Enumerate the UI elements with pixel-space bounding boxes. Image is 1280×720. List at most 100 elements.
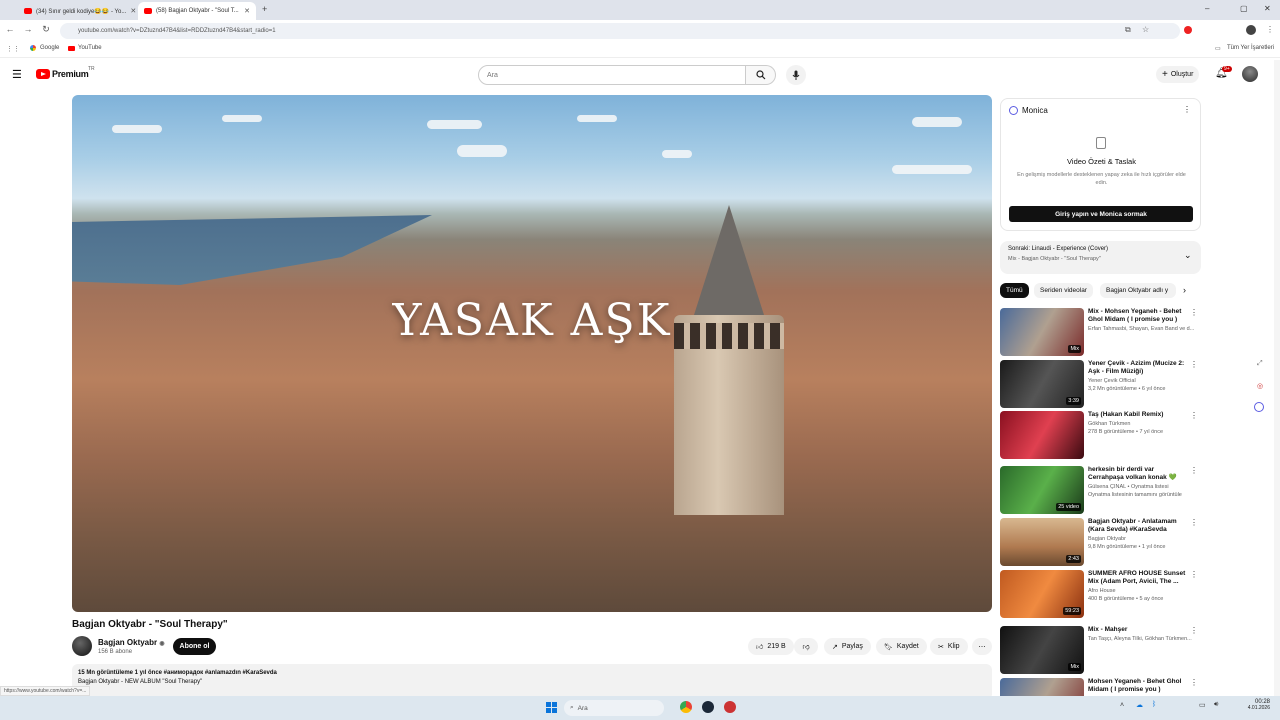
browser-tab-2[interactable]: (58) Bagjan Oktyabr - "Soul T... ✕ (138, 2, 256, 20)
up-next-bar[interactable]: Sonraki: Linaudi - Experience (Cover) Mi… (1000, 241, 1201, 274)
menu-dots-icon[interactable]: ⋮ (1190, 518, 1198, 527)
tray-chevron-up-icon[interactable]: ˄ (1120, 702, 1124, 709)
logo-text[interactable]: Premium (52, 69, 89, 79)
video-overlay-title: YASAK AŞK (392, 295, 672, 346)
browser-tab-1[interactable]: (34) Sınır geldi kodiye😂😂 - Yo... ✕ (18, 2, 136, 20)
video-thumbnail[interactable]: Mix (1000, 626, 1084, 674)
youtube-header: ☰ Premium TR Ara + Oluştur 🔔︎ 9+ (0, 60, 1280, 90)
search-button[interactable] (746, 65, 776, 85)
channel-name[interactable]: Bagjan Oktyabr ◉ (98, 638, 165, 647)
address-bar[interactable]: youtube.com/watch?v=DZtuznd47B4&list=RDD… (60, 23, 1180, 39)
extension-side-icon[interactable]: ⤢ (1257, 360, 1263, 368)
scrollbar[interactable] (1274, 60, 1280, 696)
list-item[interactable]: Mohsen Yeganeh - Behet Ghol Midam ( I pr… (1000, 678, 1200, 696)
chevron-down-icon[interactable]: ⌄ (1184, 250, 1192, 261)
minimize-icon[interactable]: – (1205, 4, 1209, 13)
description-box[interactable]: 15 Mn görüntüleme 1 yıl önce #аниморадок… (72, 664, 992, 700)
more-actions-button[interactable]: ⋯ (972, 638, 992, 655)
search-input[interactable]: Ara (478, 65, 746, 85)
forward-icon[interactable]: → (22, 24, 34, 34)
menu-dots-icon[interactable]: ⋮ (1190, 678, 1198, 687)
video-thumbnail[interactable]: 3:39 (1000, 360, 1084, 408)
close-icon[interactable]: ✕ (244, 7, 250, 15)
reload-icon[interactable]: ↻ (40, 24, 52, 35)
bookmark-youtube[interactable]: YouTube (78, 45, 102, 51)
new-tab-icon[interactable]: + (262, 4, 267, 14)
clip-button[interactable]: ✂ Klip (930, 638, 968, 655)
tray-bluetooth-icon[interactable]: ᛒ (1152, 701, 1156, 708)
menu-dots-icon[interactable]: ⋮ (1190, 360, 1198, 369)
extension-icon[interactable] (1184, 26, 1192, 34)
voice-search-button[interactable] (786, 65, 806, 85)
list-item[interactable]: Mix Mix - Mahşer Tan Taşçı, Aleyna Tilki… (1000, 626, 1200, 674)
cloud (892, 165, 972, 174)
search-icon: ⌕ (570, 704, 574, 711)
video-thumbnail[interactable]: 2:43 (1000, 518, 1084, 566)
chip-series[interactable]: Seriden videolar (1034, 283, 1093, 298)
monica-side-icon[interactable] (1254, 402, 1264, 412)
windows-start-icon[interactable] (546, 702, 557, 713)
video-thumbnail[interactable]: Mix (1000, 308, 1084, 356)
close-icon[interactable]: ✕ (130, 7, 136, 15)
monica-login-button[interactable]: Giriş yapın ve Monica sormak (1009, 206, 1193, 222)
rec-title: Mix - Mohsen Yeganeh - Behet Ghol Midam … (1088, 308, 1182, 323)
video-player[interactable]: YASAK AŞK (72, 95, 992, 612)
menu-dots-icon[interactable]: ⋮ (1190, 411, 1198, 420)
list-item[interactable]: 2:43 Bagjan Oktyabr - Anlatamam (Kara Se… (1000, 518, 1200, 566)
chevron-right-icon[interactable]: › (1183, 285, 1186, 295)
taskbar-clock[interactable]: 00:28 4.01.2026 (1240, 699, 1270, 711)
save-button[interactable]: 🔖︎ Kaydet (876, 638, 927, 655)
rec-channel: Gökhan Türkmen (1088, 421, 1131, 427)
list-item[interactable]: Taş (Hakan Kabil Remix) Gökhan Türkmen 2… (1000, 411, 1200, 459)
rec-channel: Gülsena ÇINAL • Oynatma listesi (1088, 484, 1169, 490)
create-button[interactable]: + Oluştur (1156, 66, 1200, 83)
video-thumbnail[interactable] (1000, 678, 1084, 696)
chip-all[interactable]: Tümü (1000, 283, 1029, 298)
install-icon[interactable]: ⧉ (1125, 25, 1131, 35)
channel-avatar[interactable] (72, 636, 92, 656)
taskbar-search[interactable]: ⌕ Ara (564, 700, 664, 716)
subscribe-button[interactable]: Abone ol (173, 638, 216, 655)
bookmark-google[interactable]: Google (40, 45, 59, 51)
menu-dots-icon[interactable]: ⋮ (1190, 308, 1198, 317)
tray-cloud-icon[interactable]: ☁ (1136, 701, 1143, 709)
cloud (112, 125, 162, 133)
app-icon[interactable] (724, 701, 736, 713)
list-item[interactable]: 25 video herkesin bir derdi var Cerrahpa… (1000, 466, 1200, 514)
chrome-icon[interactable] (680, 701, 692, 713)
menu-dots-icon[interactable]: ⋮ (1183, 105, 1191, 114)
video-thumbnail[interactable] (1000, 411, 1084, 459)
monica-panel: Monica ⋮ Video Özeti & Taslak En gelişmi… (1000, 98, 1201, 231)
share-button[interactable]: ↗ Paylaş (824, 638, 871, 655)
back-icon[interactable]: ← (4, 24, 16, 34)
playlist-thumbnail[interactable]: 25 video (1000, 466, 1084, 514)
account-avatar[interactable] (1242, 66, 1258, 82)
menu-dots-icon[interactable]: ⋮ (1190, 626, 1198, 635)
cloud (662, 150, 692, 158)
window-close-icon[interactable]: ✕ (1264, 4, 1271, 13)
rec-title: herkesin bir derdi var Cerrahpaşa volkan… (1088, 466, 1177, 481)
tray-network-icon[interactable]: ▭ (1199, 701, 1206, 709)
taskbar-search-text: Ara (577, 704, 588, 712)
apps-icon[interactable]: ⋮⋮ (6, 45, 20, 53)
youtube-logo-icon[interactable] (36, 69, 50, 79)
maximize-icon[interactable]: ▢ (1240, 4, 1248, 13)
tray-volume-icon[interactable]: 🔊︎ (1214, 701, 1218, 709)
menu-dots-icon[interactable]: ⋮ (1190, 466, 1198, 475)
hamburger-menu-icon[interactable]: ☰ (12, 68, 22, 81)
dislike-button[interactable]: 👎︎ (794, 638, 818, 655)
list-item[interactable]: 3:39 Yener Çevik - Azizim (Mucize 2: Aşk… (1000, 360, 1200, 408)
list-item[interactable]: 59:23 SUMMER AFRO HOUSE Sunset Mix (Adam… (1000, 570, 1200, 618)
extension-side-icon[interactable]: ◎ (1257, 382, 1263, 390)
menu-dots-icon[interactable]: ⋮ (1266, 25, 1274, 34)
list-item[interactable]: Mix Mix - Mohsen Yeganeh - Behet Ghol Mi… (1000, 308, 1200, 356)
all-bookmarks[interactable]: Tüm Yer İşaretleri (1227, 45, 1274, 51)
video-thumbnail[interactable]: 59:23 (1000, 570, 1084, 618)
steam-icon[interactable] (702, 701, 714, 713)
like-button[interactable]: 👍︎ 219 B (748, 638, 794, 655)
profile-avatar[interactable] (1246, 25, 1256, 35)
star-icon[interactable]: ☆ (1142, 25, 1149, 34)
video-count-badge: 25 video (1056, 503, 1081, 511)
menu-dots-icon[interactable]: ⋮ (1190, 570, 1198, 579)
chip-channel[interactable]: Bagjan Oktyabr adlı y (1100, 283, 1176, 298)
